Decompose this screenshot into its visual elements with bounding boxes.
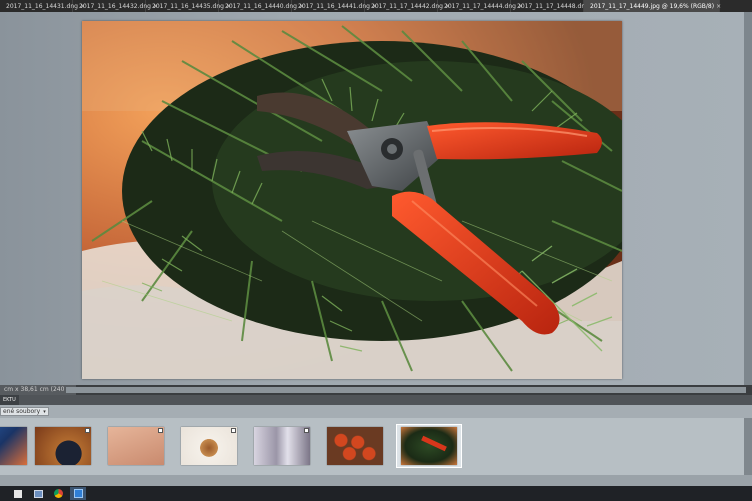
canvas-horizontal-scrollbar[interactable] xyxy=(66,387,746,393)
filmstrip-scrollbar[interactable] xyxy=(744,418,752,475)
photo-pruning-shears-on-pine xyxy=(82,21,622,379)
taskbar-browser[interactable] xyxy=(50,487,66,500)
photoshop-elements-icon xyxy=(73,489,83,498)
file-badge-icon xyxy=(85,428,90,433)
taskbar-start[interactable] xyxy=(10,487,26,500)
thumbnail-image xyxy=(0,427,27,465)
panel-title: EKTU xyxy=(0,395,19,405)
tab-2017-11-17-14449-active[interactable]: 2017_11_17_14449.jpg @ 19,6% (RGB/8) × xyxy=(584,0,721,12)
close-icon[interactable]: × xyxy=(716,3,721,10)
tab-2017-11-16-14441[interactable]: 2017_11_16_14441.dng × xyxy=(292,0,377,12)
tab-label: 2017_11_16_14432.dng xyxy=(79,2,151,10)
thumbnail-5[interactable] xyxy=(249,424,315,468)
document-size-info: cm x 38,61 cm (240 ... xyxy=(0,385,77,395)
thumbnail-7-selected[interactable] xyxy=(396,424,462,468)
file-badge-icon xyxy=(231,428,236,433)
tab-2017-11-16-14431[interactable]: 2017_11_16_14431.dng × xyxy=(0,0,85,12)
project-bin-toolbar: ené soubory ▾ xyxy=(0,405,752,418)
taskbar xyxy=(0,486,752,501)
tab-2017-11-16-14440[interactable]: 2017_11_16_14440.dng × xyxy=(219,0,304,12)
file-badge-icon xyxy=(304,428,309,433)
thumbnail-image xyxy=(401,427,457,465)
tab-label: 2017_11_16_14440.dng xyxy=(225,2,297,10)
thumbnail-image xyxy=(108,427,164,465)
tab-2017-11-17-14444[interactable]: 2017_11_17_14444.dng × xyxy=(438,0,523,12)
bin-source-select[interactable]: ené soubory ▾ xyxy=(0,407,49,416)
tab-2017-11-16-14435[interactable]: 2017_11_16_14435.dng × xyxy=(146,0,231,12)
thumbnail-image xyxy=(327,427,383,465)
thumbnail-shears-mark xyxy=(421,435,447,452)
thumbnail-6[interactable] xyxy=(322,424,388,468)
taskbar-window[interactable] xyxy=(30,487,46,500)
thumbnail-1[interactable] xyxy=(0,424,32,468)
file-badge-icon xyxy=(158,428,163,433)
tab-2017-11-17-14442[interactable]: 2017_11_17_14442.dng × xyxy=(365,0,450,12)
tab-label: 2017_11_17_14442.dng xyxy=(371,2,443,10)
thumbnail-image xyxy=(254,427,310,465)
chevron-down-icon: ▾ xyxy=(43,408,46,415)
start-icon xyxy=(14,489,22,498)
tab-label: 2017_11_17_14449.jpg @ 19,6% (RGB/8) xyxy=(590,2,715,10)
document-image[interactable] xyxy=(82,21,622,379)
window-icon xyxy=(33,489,43,498)
tab-label: 2017_11_17_14444.dng xyxy=(444,2,516,10)
tab-label: 2017_11_16_14441.dng xyxy=(298,2,370,10)
thumbnail-image xyxy=(35,427,91,465)
thumbnail-2[interactable] xyxy=(30,424,96,468)
document-tab-bar: 2017_11_16_14431.dng × 2017_11_16_14432.… xyxy=(0,0,752,12)
taskbar-photoshop-elements[interactable] xyxy=(70,487,86,500)
canvas-vertical-scrollbar[interactable] xyxy=(744,12,752,390)
project-bin-filmstrip xyxy=(0,418,744,475)
tab-2017-11-17-14448[interactable]: 2017_11_17_14448.dng × xyxy=(511,0,596,12)
tab-label: 2017_11_16_14431.dng xyxy=(6,2,78,10)
tab-2017-11-16-14432[interactable]: 2017_11_16_14432.dng × xyxy=(73,0,158,12)
tab-label: 2017_11_16_14435.dng xyxy=(152,2,224,10)
browser-icon xyxy=(53,489,63,498)
thumbnail-4[interactable] xyxy=(176,424,242,468)
thumbnail-3[interactable] xyxy=(103,424,169,468)
bin-source-value: ené soubory xyxy=(3,408,41,415)
panel-footer xyxy=(0,475,752,486)
thumbnail-image xyxy=(181,427,237,465)
project-bin-header: EKTU xyxy=(0,395,752,405)
tab-label: 2017_11_17_14448.dng xyxy=(517,2,589,10)
